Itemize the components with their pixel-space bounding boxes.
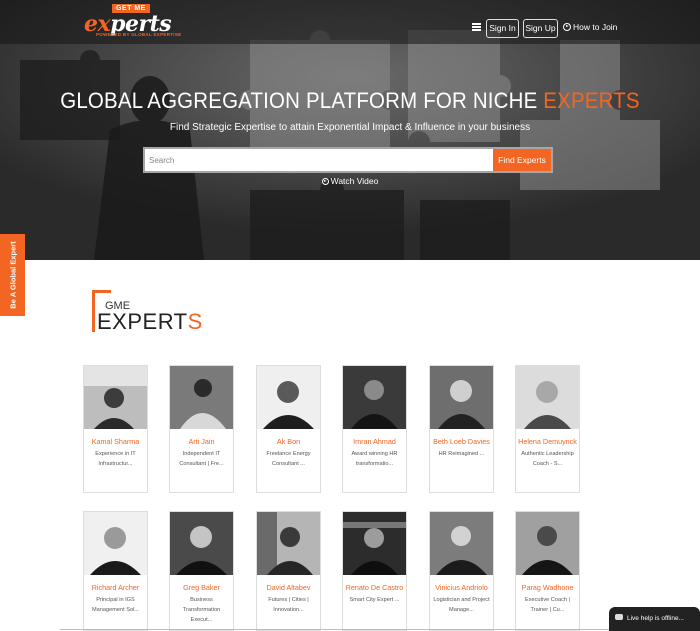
expert-name: Beth Loeb Davies [433, 437, 490, 446]
side-tab-label: Be A Global Expert [8, 241, 17, 309]
expert-name: Vinicius Andriolo [435, 583, 488, 592]
hero-banner: GET ME experts POWERED BY GLOBAL EXPERTI… [0, 0, 700, 260]
expert-name: Richard Archer [91, 583, 140, 592]
expert-photo [257, 366, 320, 429]
expert-card[interactable]: Greg Baker Business Transformation Execu… [169, 511, 234, 631]
expert-card[interactable]: Renato De Castro Smart City Expert ... [342, 511, 407, 631]
expert-photo [84, 512, 147, 575]
be-a-global-expert-tab[interactable]: Be A Global Expert [0, 234, 25, 316]
expert-description: Award winning HR transformatio... [351, 451, 398, 467]
site-logo[interactable]: GET ME experts POWERED BY GLOBAL EXPERTI… [84, 4, 184, 38]
expert-card[interactable]: Beth Loeb Davies HR Reimagined ... [429, 365, 494, 493]
expert-description: HR Reimagined ... [438, 451, 485, 457]
hamburger-menu-icon[interactable] [472, 23, 481, 31]
expert-name: Imran Ahmad [353, 437, 396, 446]
expert-name: Greg Baker [183, 583, 220, 592]
hero-headline: GLOBAL AGGREGATION PLATFORM FOR NICHE EX… [25, 88, 676, 114]
sign-in-button[interactable]: Sign In [486, 19, 519, 38]
expert-description: Futures | Cities | Innovation... [268, 597, 309, 613]
live-help-widget[interactable]: Live help is offline... [609, 607, 700, 631]
expert-photo [84, 366, 147, 429]
logo-tagline: POWERED BY GLOBAL EXPERTISE [96, 32, 182, 37]
expert-photo [516, 366, 579, 429]
expert-card[interactable]: Vinicius Andriolo Logistician and Projec… [429, 511, 494, 631]
watch-video-label: Watch Video [330, 176, 379, 186]
how-to-join-label: How to Join [573, 22, 618, 32]
expert-description: Smart City Expert ... [349, 597, 400, 603]
expert-photo [516, 512, 579, 575]
expert-photo [430, 366, 493, 429]
hero-subtitle: Find Strategic Expertise to attain Expon… [169, 122, 531, 133]
hero-headline-accent: EXPERTS [543, 88, 640, 113]
watch-video-row: Watch Video [0, 176, 700, 186]
watch-video-link[interactable]: Watch Video [321, 176, 379, 186]
expert-description: Experience in IT Infrastructur... [95, 451, 136, 467]
find-experts-button[interactable]: Find Experts [493, 149, 551, 171]
expert-name: Kamal Sharma [91, 437, 140, 446]
expert-name: Renato De Castro [345, 583, 404, 592]
section-title-accent: S [187, 309, 203, 334]
expert-photo [430, 512, 493, 575]
section-title-main: EXPERT [97, 309, 188, 334]
expert-photo [170, 512, 233, 575]
play-circle-icon [563, 23, 571, 31]
expert-description: Independent IT Consultant | Fre... [179, 451, 224, 467]
expert-name: Arti Jain [188, 437, 215, 446]
sign-up-button[interactable]: Sign Up [523, 19, 558, 38]
expert-photo [343, 512, 406, 575]
expert-card[interactable]: Arti Jain Independent IT Consultant | Fr… [169, 365, 234, 493]
expert-photo [343, 366, 406, 429]
expert-card[interactable]: Ak Bon Freelance Energy Consultant ... [256, 365, 321, 493]
hero-headline-main: GLOBAL AGGREGATION PLATFORM FOR NICHE [60, 88, 544, 113]
expert-card[interactable]: David Altabev Futures | Cities | Innovat… [256, 511, 321, 631]
section-title-experts: EXPERTS [97, 309, 203, 335]
expert-card[interactable]: Richard Archer Principal in IGS Manageme… [83, 511, 148, 631]
how-to-join-link[interactable]: How to Join [563, 22, 617, 32]
expert-search-bar: Find Experts [143, 147, 553, 173]
expert-description: Business Transformation Execut... [182, 597, 221, 623]
expert-description: Executive Coach | Trainer | Cu... [525, 597, 570, 613]
chat-bubble-icon [615, 614, 623, 620]
expert-name: Helena Demuynck [518, 437, 577, 446]
expert-description: Logistician and Project Manage... [433, 597, 490, 613]
expert-card[interactable]: Imran Ahmad Award winning HR transformat… [342, 365, 407, 493]
content-divider [60, 629, 700, 630]
expert-description: Authentic Leadership Coach - S... [521, 451, 574, 467]
expert-name: Parag Wadhone [521, 583, 574, 592]
section-title: GME EXPERTS [92, 290, 232, 338]
expert-description: Principal in IGS Management Sol... [92, 597, 139, 613]
expert-photo [170, 366, 233, 429]
expert-card[interactable]: Parag Wadhone Executive Coach | Trainer … [515, 511, 580, 631]
expert-card[interactable]: Kamal Sharma Experience in IT Infrastruc… [83, 365, 148, 493]
page: GET ME experts POWERED BY GLOBAL EXPERTI… [0, 0, 700, 631]
expert-description: Freelance Energy Consultant ... [266, 451, 311, 467]
expert-photo [257, 512, 320, 575]
play-circle-icon [321, 178, 329, 185]
live-help-label: Live help is offline... [627, 615, 684, 622]
expert-name: David Altabev [266, 583, 311, 592]
search-input[interactable] [147, 149, 492, 171]
expert-name: Ak Bon [276, 437, 301, 446]
expert-card[interactable]: Helena Demuynck Authentic Leadership Coa… [515, 365, 580, 493]
